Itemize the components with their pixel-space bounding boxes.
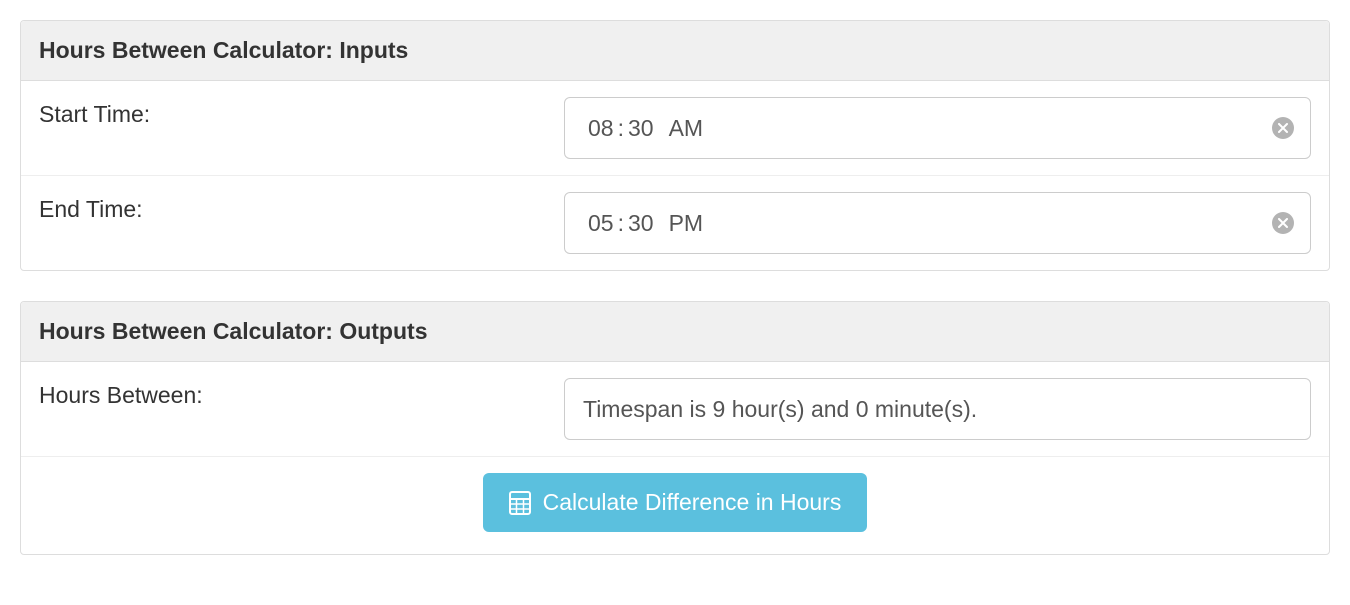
calculate-button-label: Calculate Difference in Hours bbox=[543, 489, 842, 516]
hours-between-output: Timespan is 9 hour(s) and 0 minute(s). bbox=[564, 378, 1311, 440]
start-time-input[interactable]: 08 : 30 AM bbox=[564, 97, 1311, 159]
close-icon bbox=[1278, 123, 1288, 133]
end-time-row: End Time: 05 : 30 PM bbox=[21, 176, 1329, 270]
hours-between-row: Hours Between: Timespan is 9 hour(s) and… bbox=[21, 362, 1329, 456]
close-icon bbox=[1278, 218, 1288, 228]
start-time-hour[interactable]: 08 bbox=[587, 115, 615, 142]
start-time-control: 08 : 30 AM bbox=[564, 97, 1311, 159]
start-time-minute[interactable]: 30 bbox=[627, 115, 655, 142]
hours-between-label: Hours Between: bbox=[39, 378, 564, 409]
inputs-panel: Hours Between Calculator: Inputs Start T… bbox=[20, 20, 1330, 271]
outputs-panel: Hours Between Calculator: Outputs Hours … bbox=[20, 301, 1330, 555]
end-time-input[interactable]: 05 : 30 PM bbox=[564, 192, 1311, 254]
time-colon: : bbox=[615, 115, 627, 142]
start-time-label: Start Time: bbox=[39, 97, 564, 128]
calculator-icon bbox=[509, 491, 531, 515]
inputs-body: Start Time: 08 : 30 AM End Time: bbox=[21, 81, 1329, 270]
end-time-hour[interactable]: 05 bbox=[587, 210, 615, 237]
outputs-heading: Hours Between Calculator: Outputs bbox=[21, 302, 1329, 362]
end-time-control: 05 : 30 PM bbox=[564, 192, 1311, 254]
start-time-clear-button[interactable] bbox=[1272, 117, 1294, 139]
end-time-label: End Time: bbox=[39, 192, 564, 223]
end-time-minute[interactable]: 30 bbox=[627, 210, 655, 237]
start-time-ampm[interactable]: AM bbox=[669, 115, 704, 142]
outputs-body: Hours Between: Timespan is 9 hour(s) and… bbox=[21, 362, 1329, 554]
start-time-row: Start Time: 08 : 30 AM bbox=[21, 81, 1329, 176]
end-time-ampm[interactable]: PM bbox=[669, 210, 704, 237]
inputs-heading: Hours Between Calculator: Inputs bbox=[21, 21, 1329, 81]
hours-between-value: Timespan is 9 hour(s) and 0 minute(s). bbox=[583, 396, 977, 423]
time-colon: : bbox=[615, 210, 627, 237]
end-time-clear-button[interactable] bbox=[1272, 212, 1294, 234]
calculate-row: Calculate Difference in Hours bbox=[21, 456, 1329, 554]
calculate-button[interactable]: Calculate Difference in Hours bbox=[483, 473, 868, 532]
